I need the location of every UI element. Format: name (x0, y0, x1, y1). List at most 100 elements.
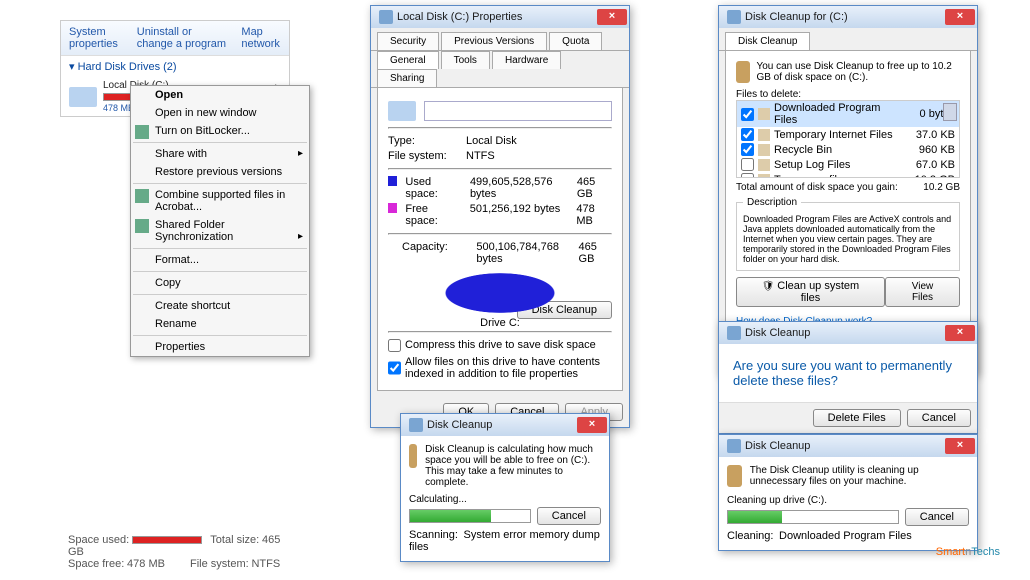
volume-name-field[interactable] (424, 101, 612, 121)
ctx-restore-previous-versions[interactable]: Restore previous versions (131, 163, 309, 181)
label: File system: (388, 150, 458, 162)
file-name: Downloaded Program Files (774, 102, 905, 126)
cleaning-target: Downloaded Program Files (779, 530, 912, 542)
broom-icon (727, 465, 742, 487)
file-row[interactable]: Recycle Bin960 KB (737, 142, 959, 157)
close-icon[interactable]: × (945, 438, 975, 454)
files-to-delete-list[interactable]: Downloaded Program Files0 bytesTemporary… (736, 100, 960, 178)
file-icon (758, 174, 770, 179)
file-checkbox[interactable] (741, 108, 754, 121)
file-row[interactable]: Temporary files10.2 GB (737, 172, 959, 178)
tab-tools[interactable]: Tools (441, 51, 490, 69)
fs-value: NTFS (466, 150, 495, 162)
clean-system-files-button[interactable]: 🛡 Clean up system files (736, 277, 885, 307)
delete-files-button[interactable]: Delete Files (813, 409, 901, 427)
cancel-button[interactable]: Cancel (907, 409, 971, 427)
file-size: 67.0 KB (905, 159, 955, 171)
confirm-delete-dialog: Disk Cleanup× Are you sure you want to p… (718, 321, 978, 434)
used-color-swatch (388, 176, 397, 186)
tab-previous-versions[interactable]: Previous Versions (441, 32, 547, 50)
section-header: ▾ Hard Disk Drives (2) (61, 56, 289, 77)
compress-checkbox[interactable] (388, 339, 401, 352)
general-tab-body: Type:Local Disk File system:NTFS Used sp… (377, 88, 623, 391)
close-icon[interactable]: × (577, 417, 607, 433)
ctx-properties[interactable]: Properties (131, 338, 309, 356)
dialog-title: Local Disk (C:) Properties (397, 11, 597, 23)
file-name: Temporary Internet Files (774, 129, 905, 141)
gain-value: 10.2 GB (923, 182, 960, 193)
ctx-open[interactable]: Open (131, 86, 309, 104)
compress-option[interactable]: Compress this drive to save disk space (388, 339, 612, 352)
tab-general[interactable]: General (377, 51, 439, 69)
shield-icon (135, 125, 149, 139)
drive-icon (69, 87, 97, 107)
dialog-title: Disk Cleanup (745, 440, 945, 452)
disk-usage-pie (445, 273, 555, 313)
calc-message: Disk Cleanup is calculating how much spa… (425, 444, 601, 488)
drive-icon (388, 101, 416, 121)
file-icon (758, 129, 770, 141)
pdf-icon (135, 189, 149, 203)
file-checkbox[interactable] (741, 158, 754, 171)
gain-label: Total amount of disk space you gain: (736, 182, 915, 193)
description-label: Description (743, 197, 801, 208)
cleaning-progress-dialog: Disk Cleanup× The Disk Cleanup utility i… (718, 434, 978, 551)
used-bytes: 499,605,528,576 bytes (470, 176, 569, 200)
cleanup-icon (727, 439, 741, 453)
context-menu: OpenOpen in new windowTurn on BitLocker.… (130, 85, 310, 357)
close-icon[interactable]: × (945, 9, 975, 25)
ctx-turn-on-bitlocker-[interactable]: Turn on BitLocker... (131, 122, 309, 140)
tab-sharing[interactable]: Sharing (377, 69, 437, 87)
ctx-create-shortcut[interactable]: Create shortcut (131, 297, 309, 315)
indexing-checkbox[interactable] (388, 356, 401, 380)
explorer-status-bar: Space used: Total size: 465 GB Space fre… (60, 530, 290, 574)
broom-icon (409, 444, 417, 468)
ctx-copy[interactable]: Copy (131, 274, 309, 292)
file-checkbox[interactable] (741, 143, 754, 156)
file-row[interactable]: Setup Log Files67.0 KB (737, 157, 959, 172)
file-row[interactable]: Downloaded Program Files0 bytes (737, 101, 959, 127)
tab-quota[interactable]: Quota (549, 32, 602, 50)
disk-cleanup-dialog: Disk Cleanup for (C:)× Disk Cleanup You … (718, 5, 978, 375)
label: Type: (388, 135, 458, 147)
cleanup-icon (727, 10, 741, 24)
explorer-toolbar: System properties Uninstall or change a … (61, 21, 289, 56)
files-to-delete-label: Files to delete: (736, 89, 960, 100)
tab-security[interactable]: Security (377, 32, 439, 50)
indexing-option[interactable]: Allow files on this drive to have conten… (388, 356, 612, 380)
tab-row-top: Security Previous Versions Quota (371, 28, 629, 51)
cleanup-icon (727, 326, 741, 340)
toolbar-uninstall[interactable]: Uninstall or change a program (137, 26, 230, 50)
ctx-format-[interactable]: Format... (131, 251, 309, 269)
file-size: 10.2 GB (905, 174, 955, 179)
ctx-combine-supported-files-in-acrobat-[interactable]: Combine supported files in Acrobat... (131, 186, 309, 216)
toolbar-map-network[interactable]: Map network (241, 26, 281, 50)
titlebar[interactable]: Local Disk (C:) Properties × (371, 6, 629, 28)
ctx-rename[interactable]: Rename (131, 315, 309, 333)
cancel-button[interactable]: Cancel (905, 508, 969, 526)
description-text: Downloaded Program Files are ActiveX con… (743, 214, 953, 264)
toolbar-system-properties[interactable]: System properties (69, 26, 125, 50)
cleaning-message: The Disk Cleanup utility is cleaning up … (750, 465, 969, 487)
ctx-shared-folder-synchronization[interactable]: Shared Folder Synchronization (131, 216, 309, 246)
ctx-share-with[interactable]: Share with (131, 145, 309, 163)
cleaning-up-label: Cleaning up drive (C:). (727, 495, 969, 506)
sync-icon (135, 219, 149, 233)
tab-hardware[interactable]: Hardware (492, 51, 561, 69)
file-checkbox[interactable] (741, 173, 754, 178)
file-row[interactable]: Temporary Internet Files37.0 KB (737, 127, 959, 142)
close-icon[interactable]: × (597, 9, 627, 25)
dialog-title: Disk Cleanup (427, 419, 577, 431)
tab-disk-cleanup[interactable]: Disk Cleanup (725, 32, 810, 50)
view-files-button[interactable]: View Files (885, 277, 960, 307)
watermark: SmartnTechs (936, 539, 1000, 560)
file-icon (758, 159, 770, 171)
ctx-open-in-new-window[interactable]: Open in new window (131, 104, 309, 122)
dialog-title: Disk Cleanup for (C:) (745, 11, 945, 23)
cancel-button[interactable]: Cancel (537, 507, 601, 525)
calculating-label: Calculating... (409, 494, 601, 505)
file-checkbox[interactable] (741, 128, 754, 141)
scrollbar-thumb[interactable] (943, 103, 957, 121)
type-value: Local Disk (466, 135, 517, 147)
close-icon[interactable]: × (945, 325, 975, 341)
